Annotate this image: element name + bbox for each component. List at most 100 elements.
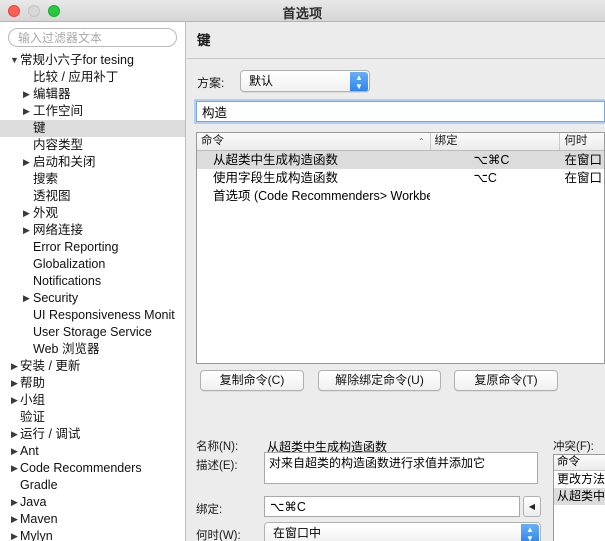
sidebar-tree-item[interactable]: ▶ 帮助 [0, 375, 185, 392]
sidebar-tree-item[interactable]: ▶ Mylyn [0, 528, 185, 541]
cell-command: 首选项 (Code Recommenders> Workben… [213, 189, 431, 203]
description-textarea[interactable] [264, 452, 538, 484]
table-row[interactable]: 使用字段生成构造函数 ⌥C 在窗口 [197, 169, 604, 187]
disclosure-closed-icon[interactable]: ▶ [9, 426, 20, 443]
sidebar-tree-item-label: Error Reporting [33, 240, 119, 254]
disclosure-closed-icon[interactable]: ▶ [9, 511, 20, 528]
sidebar-tree-item-label: Java [20, 495, 47, 509]
sidebar-tree-item[interactable]: ▶ 安装 / 更新 [0, 358, 185, 375]
sidebar-tree-item[interactable]: ▶ Ant [0, 443, 185, 460]
sidebar-tree-item-label: Mylyn [20, 529, 53, 541]
column-header-command-label: 命令 [201, 135, 224, 147]
sidebar-tree-item[interactable]: ▶ Code Recommenders [0, 460, 185, 477]
sidebar-tree-item[interactable]: 比较 / 应用补丁 [0, 69, 185, 86]
sidebar-tree-item-label: Maven [20, 512, 58, 526]
cell-when [560, 187, 604, 205]
title-divider [187, 58, 605, 59]
sidebar-tree-item-label: UI Responsiveness Monit [33, 308, 175, 322]
sidebar-tree-item[interactable]: Web 浏览器 [0, 341, 185, 358]
sidebar-tree-item[interactable]: User Storage Service [0, 324, 185, 341]
when-dropdown[interactable]: 在窗口中 ▲ ▼ [264, 522, 541, 541]
column-header-command[interactable]: 命令 ⌃ [197, 133, 431, 150]
sidebar-tree-item-label: 内容类型 [33, 138, 84, 152]
sidebar-tree-item-label: 搜索 [33, 172, 59, 186]
sidebar-tree-item-label: 网络连接 [33, 223, 84, 237]
command-button-0[interactable]: 复制命令(C) [200, 370, 304, 391]
filter-field-wrap [0, 22, 185, 51]
disclosure-closed-icon[interactable]: ▶ [21, 205, 32, 222]
disclosure-open-icon[interactable]: ▼ [9, 52, 20, 69]
sidebar-tree-item[interactable]: 验证 [0, 409, 185, 426]
sidebar-tree-item[interactable]: Error Reporting [0, 239, 185, 256]
command-button-1[interactable]: 解除绑定命令(U) [318, 370, 441, 391]
table-row[interactable]: 首选项 (Code Recommenders> Workben… [197, 187, 604, 205]
sidebar-tree-item[interactable]: ▶ 运行 / 调试 [0, 426, 185, 443]
sidebar-tree-item[interactable]: ▶ 网络连接 [0, 222, 185, 239]
sidebar-tree-item-label: Globalization [33, 257, 106, 271]
disclosure-closed-icon[interactable]: ▶ [21, 222, 32, 239]
disclosure-closed-icon[interactable]: ▶ [9, 392, 20, 409]
sidebar-tree-item-label: 透视图 [33, 189, 71, 203]
conflicts-row[interactable]: 更改方法 [554, 471, 605, 488]
conflicts-column-header[interactable]: 命令 [554, 455, 605, 471]
sidebar-tree-item[interactable]: 透视图 [0, 188, 185, 205]
column-header-when[interactable]: 何时 [560, 133, 604, 150]
sidebar-tree-item-label: 外观 [33, 206, 59, 220]
conflicts-row[interactable]: 从超类中 [554, 488, 605, 505]
table-row[interactable]: 从超类中生成构造函数 ⌥⌘C 在窗口 [197, 151, 604, 169]
disclosure-closed-icon[interactable]: ▶ [21, 154, 32, 171]
sidebar-tree-item[interactable]: Notifications [0, 273, 185, 290]
sidebar-tree-item-label: Web 浏览器 [33, 342, 100, 356]
sidebar-tree-item-label: 小组 [20, 393, 46, 407]
cell-binding: ⌥⌘C [473, 153, 510, 167]
sidebar-tree-item[interactable]: UI Responsiveness Monit [0, 307, 185, 324]
disclosure-closed-icon[interactable]: ▶ [9, 358, 20, 375]
sidebar-tree-item[interactable]: 键 [0, 120, 185, 137]
sidebar-tree-item[interactable]: ▶ 外观 [0, 205, 185, 222]
disclosure-closed-icon[interactable]: ▶ [9, 494, 20, 511]
binding-label: 绑定: [196, 504, 223, 516]
title-bar: 首选项 [0, 0, 605, 22]
sidebar-tree-item[interactable]: ▶ Security [0, 290, 185, 307]
sidebar-tree-item[interactable]: ▶ 工作空间 [0, 103, 185, 120]
binding-insert-button[interactable]: ◀ [523, 496, 541, 517]
cell-when: 在窗口 [564, 153, 602, 167]
disclosure-closed-icon[interactable]: ▶ [9, 443, 20, 460]
column-header-binding[interactable]: 绑定 [431, 133, 561, 150]
disclosure-closed-icon[interactable]: ▶ [21, 290, 32, 307]
keys-search-input[interactable] [196, 101, 605, 122]
sidebar-tree-item-label: 编辑器 [33, 87, 71, 101]
sidebar-tree-item[interactable]: 搜索 [0, 171, 185, 188]
command-buttons-row: 复制命令(C) 解除绑定命令(U) 复原命令(T) [196, 370, 605, 392]
disclosure-closed-icon[interactable]: ▶ [9, 460, 20, 477]
keys-preference-page: 键 方案: 默认 ▲▼ 命令 ⌃ 绑定 何时 从超类中生成构造函数⌥⌘C在窗口使… [187, 22, 605, 541]
page-title: 键 [197, 33, 211, 48]
sidebar-tree-item[interactable]: 内容类型 [0, 137, 185, 154]
sidebar-tree-item-label: Gradle [20, 478, 58, 492]
sidebar-tree-item-label: 键 [33, 121, 46, 135]
sidebar-tree-item[interactable]: Gradle [0, 477, 185, 494]
window-title: 首选项 [282, 6, 323, 21]
when-dropdown-value: 在窗口中 [273, 526, 322, 540]
disclosure-closed-icon[interactable]: ▶ [21, 86, 32, 103]
sidebar-tree-item[interactable]: ▶ 启动和关闭 [0, 154, 185, 171]
disclosure-closed-icon[interactable]: ▶ [21, 103, 32, 120]
sidebar-tree-item[interactable]: ▼ 常规小六子for tesing [0, 52, 185, 69]
sidebar-tree-item[interactable]: ▶ Maven [0, 511, 185, 528]
chevron-updown-icon: ▲ ▼ [350, 72, 368, 91]
conflicts-table: 命令 更改方法 从超类中 [553, 454, 605, 541]
sidebar-tree-item[interactable]: ▶ 编辑器 [0, 86, 185, 103]
scheme-dropdown[interactable]: 默认 ▲ ▼ [240, 70, 370, 92]
disclosure-closed-icon[interactable]: ▶ [9, 528, 20, 541]
sidebar-tree-item[interactable]: ▶ Java [0, 494, 185, 511]
cell-binding: ⌥C [473, 171, 497, 185]
sidebar-tree-item[interactable]: ▶ 小组 [0, 392, 185, 409]
command-button-2[interactable]: 复原命令(T) [454, 370, 558, 391]
sidebar-tree-item-label: 验证 [20, 410, 46, 424]
binding-input[interactable] [264, 496, 520, 517]
filter-input[interactable] [8, 28, 177, 47]
sidebar-tree-item-label: Notifications [33, 274, 102, 288]
disclosure-closed-icon[interactable]: ▶ [9, 375, 20, 392]
sidebar-tree-item-label: 工作空间 [33, 104, 84, 118]
sidebar-tree-item[interactable]: Globalization [0, 256, 185, 273]
